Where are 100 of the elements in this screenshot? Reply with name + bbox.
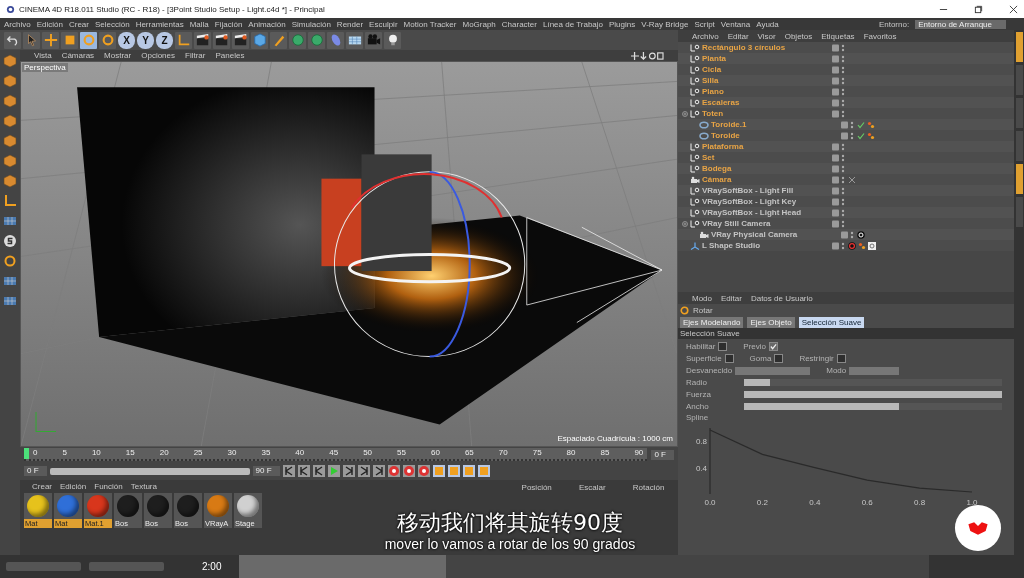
visibility-toggle-icon[interactable] (832, 219, 846, 228)
cube-icon[interactable] (3, 174, 17, 188)
visibility-toggle-icon[interactable] (832, 153, 846, 162)
object-menu-item[interactable]: Objetos (784, 31, 813, 41)
menu-item[interactable]: Crear (68, 19, 89, 29)
menu-item[interactable]: Plugins (609, 19, 636, 29)
menu-item[interactable]: Línea de Trabajo (542, 19, 603, 29)
viewport-menu-item[interactable]: Cámaras (61, 51, 95, 60)
material-swatch[interactable] (57, 495, 79, 517)
knot-icon[interactable] (868, 241, 876, 250)
s-icon[interactable] (3, 234, 17, 248)
object-menu-item[interactable]: Etiquetas (821, 31, 855, 41)
cube-icon[interactable] (3, 74, 17, 88)
checkbox[interactable] (769, 342, 779, 351)
checkbox[interactable] (724, 354, 734, 363)
viewport-menu-item[interactable]: Filtrar (185, 51, 206, 60)
material-swatch[interactable] (237, 495, 259, 517)
menu-item[interactable]: Character (501, 19, 537, 29)
l-shape-icon[interactable] (3, 194, 17, 208)
menu-item[interactable]: Render (336, 19, 364, 29)
checkbox[interactable] (774, 354, 784, 363)
viewport-menu-item[interactable]: Vista (34, 51, 52, 60)
expand-icon[interactable] (682, 110, 688, 117)
cube-icon[interactable] (3, 114, 17, 128)
record-icon[interactable] (387, 465, 400, 477)
visibility-toggle-icon[interactable] (832, 54, 846, 63)
object-menu-item[interactable]: Visor (757, 31, 776, 41)
visibility-toggle-icon[interactable] (832, 109, 846, 118)
menu-item[interactable]: MoGraph (462, 19, 496, 29)
tool-button[interactable] (384, 31, 401, 49)
cube-icon[interactable] (3, 94, 17, 108)
attribute-tab[interactable]: Ejes Modelando (680, 316, 744, 328)
tool-button[interactable] (194, 31, 211, 49)
dropdown[interactable] (735, 366, 811, 375)
checkbox[interactable] (836, 354, 846, 363)
cross-icon[interactable] (848, 175, 856, 184)
visibility-toggle-icon[interactable] (832, 186, 846, 195)
tool-button[interactable] (4, 31, 21, 49)
material-swatch[interactable] (207, 495, 229, 517)
menu-item[interactable]: Simulación (291, 19, 331, 29)
restore-icon[interactable] (974, 4, 983, 14)
visibility-toggle-icon[interactable] (832, 65, 846, 74)
checkbox[interactable] (718, 342, 728, 351)
viewport-navigation-icon[interactable] (630, 51, 664, 60)
play-icon[interactable] (327, 465, 340, 477)
axis-button[interactable]: Z (156, 31, 173, 49)
gear-icon[interactable] (857, 230, 865, 239)
visibility-toggle-icon[interactable] (841, 230, 855, 239)
cube-icon[interactable] (3, 154, 17, 168)
visibility-toggle-icon[interactable] (841, 131, 855, 140)
material-menu-item[interactable]: Crear (32, 482, 52, 491)
current-frame-field[interactable]: 0 F (651, 449, 674, 460)
attribute-menu-item[interactable]: Modo (692, 293, 712, 303)
object-menu-item[interactable]: Favoritos (863, 31, 897, 41)
grid-icon[interactable] (3, 214, 17, 228)
viewport-menu-item[interactable]: Mostrar (104, 51, 132, 60)
key-icon[interactable] (477, 465, 490, 477)
tool-button[interactable] (232, 31, 249, 49)
visibility-toggle-icon[interactable] (832, 98, 846, 107)
visibility-toggle-icon[interactable] (841, 120, 855, 129)
slider-fill[interactable] (744, 379, 770, 386)
menu-item[interactable]: Herramientas (135, 19, 184, 29)
close-icon[interactable] (1009, 4, 1018, 14)
menu-item[interactable]: Selección (94, 19, 130, 29)
frame-range-slider[interactable] (49, 467, 250, 475)
ring-icon[interactable] (3, 254, 17, 268)
object-menu-item[interactable]: Archivo (692, 31, 719, 41)
menu-item[interactable]: Animación (248, 19, 286, 29)
playback-icon[interactable] (342, 465, 355, 477)
material-menu-item[interactable]: Edición (60, 482, 87, 491)
visibility-toggle-icon[interactable] (832, 76, 846, 85)
tool-button[interactable] (346, 31, 363, 49)
visibility-toggle-icon[interactable] (832, 43, 846, 52)
start-frame-field[interactable]: 0 F (24, 466, 47, 476)
dots-icon[interactable] (858, 241, 866, 250)
attribute-menu-item[interactable]: Datos de Usuario (750, 293, 813, 303)
key-icon[interactable] (432, 465, 445, 477)
slider-fill[interactable] (744, 403, 899, 410)
menu-item[interactable]: Ventana (720, 19, 751, 29)
visibility-toggle-icon[interactable] (832, 241, 846, 250)
material-swatch[interactable] (87, 495, 109, 517)
end-frame-field[interactable]: 90 F (252, 466, 280, 476)
attribute-menu-item[interactable]: Editar (721, 293, 742, 303)
menu-item[interactable]: Script (694, 19, 715, 29)
grid-icon[interactable] (3, 274, 17, 288)
record-icon[interactable] (417, 465, 430, 477)
playback-icon[interactable] (297, 465, 310, 477)
visibility-toggle-icon[interactable] (832, 208, 846, 217)
menu-item[interactable]: Motion Tracker (403, 19, 457, 29)
playback-icon[interactable] (357, 465, 370, 477)
slider-fill[interactable] (744, 391, 1002, 398)
visibility-toggle-icon[interactable] (832, 142, 846, 151)
visibility-toggle-icon[interactable] (832, 197, 846, 206)
material-swatch[interactable] (27, 495, 49, 517)
visibility-toggle-icon[interactable] (832, 175, 846, 184)
material-menu-item[interactable]: Textura (130, 482, 157, 491)
expand-icon[interactable] (682, 220, 688, 227)
visibility-toggle-icon[interactable] (832, 87, 846, 96)
material-swatch[interactable] (177, 495, 199, 517)
material-menu-item[interactable]: Función (94, 482, 123, 491)
